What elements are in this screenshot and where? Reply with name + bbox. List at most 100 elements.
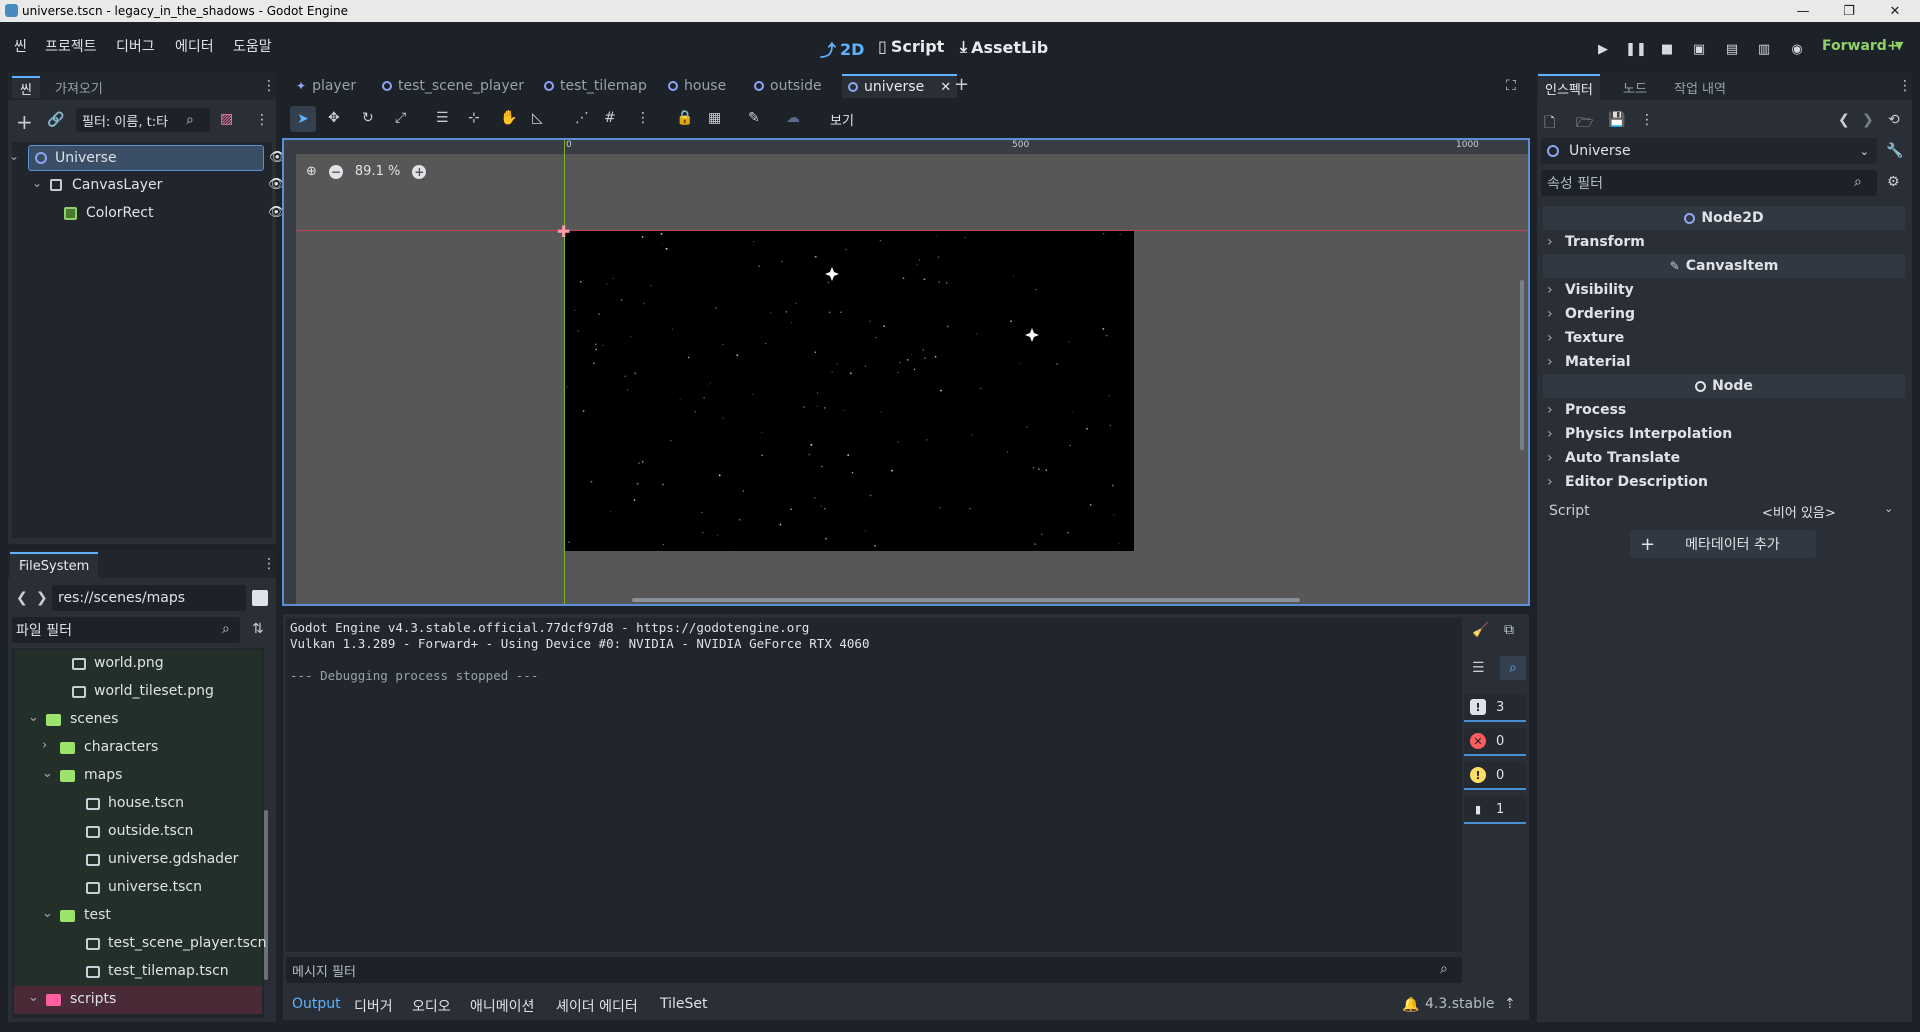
distraction-free-icon[interactable]: ⛶ (1506, 78, 1516, 94)
more-icon[interactable]: ⋮ (255, 112, 269, 128)
bottom-panel-tab[interactable]: 오디오 (412, 996, 451, 1016)
view-menu[interactable]: 보기 (830, 110, 854, 129)
copy-icon[interactable]: ⧉ (1504, 622, 1514, 638)
attach-script-icon[interactable]: ▨ (220, 111, 233, 127)
warning-count-toggle[interactable]: ! 0 (1464, 762, 1526, 790)
file-tree-scrollbar[interactable] (264, 810, 268, 980)
close-window-icon[interactable]: ✕ (1878, 0, 1912, 22)
grid-snap-icon[interactable]: # (604, 110, 616, 126)
mode-2d-button[interactable]: ⤴ 2D (820, 37, 864, 61)
cloud-icon[interactable]: ☁ (786, 110, 800, 126)
tab-node[interactable]: 노드 (1623, 78, 1647, 97)
notification-icon[interactable]: 🔔 (1402, 997, 1419, 1013)
scene-tree-node[interactable]: ⌄ Universe 👁 (9, 145, 286, 171)
new-resource-icon[interactable]: 🗋 (1544, 112, 1555, 136)
inspector-group[interactable]: › Material (1543, 350, 1903, 374)
filter-settings-icon[interactable]: ⚙ (1887, 174, 1900, 190)
minimize-icon[interactable]: — (1786, 0, 1820, 22)
bottom-panel-tab[interactable]: TileSet (660, 996, 708, 1012)
scene-tab[interactable]: universe ✕ (842, 74, 958, 98)
chevron-down-icon[interactable]: ⌄ (42, 766, 53, 781)
inspector-group[interactable]: › Visibility (1543, 278, 1903, 302)
file-filter-input[interactable]: 파일 필터 (12, 617, 240, 643)
collapse-icon[interactable]: ☰ (1472, 660, 1485, 676)
scene-tab[interactable]: house (664, 74, 730, 98)
file-item[interactable]: outside.tscn (14, 818, 262, 846)
inspector-group[interactable]: › Transform (1543, 230, 1903, 254)
history-forward-icon[interactable]: ❯ (1862, 112, 1874, 128)
zoom-in-icon[interactable]: + (412, 164, 427, 179)
message-count-toggle[interactable]: ! 3 (1464, 694, 1526, 722)
inspector-menu-icon[interactable]: ⋮ (1898, 78, 1912, 94)
chevron-right-icon[interactable]: › (42, 738, 47, 753)
scene-tab[interactable]: test_tilemap (540, 74, 651, 98)
inspector-group[interactable]: › Auto Translate (1543, 446, 1903, 470)
tab-import[interactable]: 가져오기 (55, 78, 103, 97)
error-count-toggle[interactable]: ✕ 0 (1464, 728, 1526, 756)
scene-tab[interactable]: ✦ player (292, 74, 360, 98)
bone-icon[interactable]: ✎ (748, 110, 760, 126)
center-view-icon[interactable]: ⊕ (306, 164, 317, 179)
filesystem-menu-icon[interactable]: ⋮ (262, 556, 276, 572)
menu-debug[interactable]: 디버그 (116, 36, 155, 56)
chevron-down-icon[interactable]: ⌄ (28, 710, 39, 725)
maximize-icon[interactable]: ❐ (1832, 0, 1866, 22)
play-icon[interactable]: ▶ (1592, 38, 1614, 60)
bottom-panel-tab[interactable]: 애니메이션 (470, 996, 534, 1016)
mode-script-button[interactable]: ▯ Script (878, 37, 944, 56)
open-folder-icon[interactable]: 🗁 (1576, 112, 1593, 136)
scene-tree-node[interactable]: ⌄ CanvasLayer 👁 (10, 173, 285, 199)
play-scene-icon[interactable]: ▤ (1721, 38, 1743, 60)
clear-output-icon[interactable]: 🧹 (1472, 622, 1489, 638)
pan-icon[interactable]: ✋ (500, 110, 517, 126)
bottom-panel-tab[interactable]: Output (292, 996, 341, 1012)
message-filter-input[interactable]: 메시지 필터 (286, 957, 1462, 983)
file-item[interactable]: test_tilemap.tscn (14, 958, 262, 986)
bottom-panel-tab[interactable]: 디버거 (354, 996, 393, 1016)
path-field[interactable]: res://scenes/maps (52, 585, 246, 611)
file-item[interactable]: ⌄ maps (14, 762, 262, 790)
file-item[interactable]: ⌄ scenes (14, 706, 262, 734)
menu-scene[interactable]: 씬 (14, 36, 27, 56)
save-icon[interactable]: 💾 (1608, 112, 1625, 128)
rotate-mode-icon[interactable]: ↻ (362, 110, 374, 126)
sort-icon[interactable]: ⇅ (252, 621, 264, 637)
editor-message-toggle[interactable]: ▮ 1 (1464, 796, 1526, 824)
remote-debug-icon[interactable]: ▣ (1688, 38, 1710, 60)
stop-icon[interactable]: ■ (1656, 38, 1678, 60)
horizontal-scrollbar[interactable] (632, 598, 1300, 602)
file-item[interactable]: world.png (14, 650, 262, 678)
link-icon[interactable]: 🔗 (47, 112, 64, 128)
file-item[interactable]: universe.gdshader (14, 846, 262, 874)
vertical-scrollbar[interactable] (1520, 280, 1524, 450)
chevron-down-icon[interactable]: ⌄ (28, 990, 39, 1005)
file-item[interactable]: › characters (14, 734, 262, 762)
property-filter-input[interactable]: 속성 필터 (1541, 170, 1877, 196)
mode-assetlib-button[interactable]: ⤓ AssetLib (960, 37, 1048, 57)
tool-wrench-icon[interactable]: 🔧 (1886, 143, 1903, 159)
script-value-picker[interactable]: <비어 있음> (1762, 502, 1836, 521)
move-mode-icon[interactable]: ✥ (328, 110, 340, 126)
chevron-down-icon[interactable]: ⌄ (42, 906, 53, 921)
file-item[interactable]: universe.tscn (14, 874, 262, 902)
add-node-icon[interactable]: + (16, 110, 33, 134)
scene-tab[interactable]: outside (750, 74, 826, 98)
file-item[interactable]: ⌄ scripts (14, 986, 262, 1014)
inspector-group[interactable]: › Process (1543, 398, 1903, 422)
chevron-down-icon[interactable]: ⌄ (1884, 502, 1893, 515)
dock-menu-icon[interactable]: ⋮ (262, 78, 276, 94)
menu-editor[interactable]: 에디터 (175, 36, 214, 56)
movie-maker-icon[interactable]: ◉ (1786, 38, 1808, 60)
inspector-group[interactable]: › Editor Description (1543, 470, 1903, 494)
expand-panel-icon[interactable]: ⇡ (1504, 996, 1516, 1012)
zoom-out-icon[interactable]: − (328, 164, 343, 179)
tab-history[interactable]: 작업 내역 (1674, 78, 1726, 97)
search-toggle-icon[interactable]: ⌕ (1500, 656, 1526, 680)
object-history-icon[interactable]: ⟲ (1888, 112, 1900, 128)
pivot-icon[interactable]: ⊹ (468, 110, 480, 126)
close-tab-icon[interactable]: ✕ (940, 80, 951, 95)
chevron-down-icon[interactable]: ⌄ (9, 149, 19, 163)
menu-project[interactable]: 프로젝트 (45, 36, 97, 56)
chevron-down-icon[interactable]: ⌄ (32, 176, 42, 190)
zoom-level[interactable]: 89.1 % (355, 164, 400, 179)
